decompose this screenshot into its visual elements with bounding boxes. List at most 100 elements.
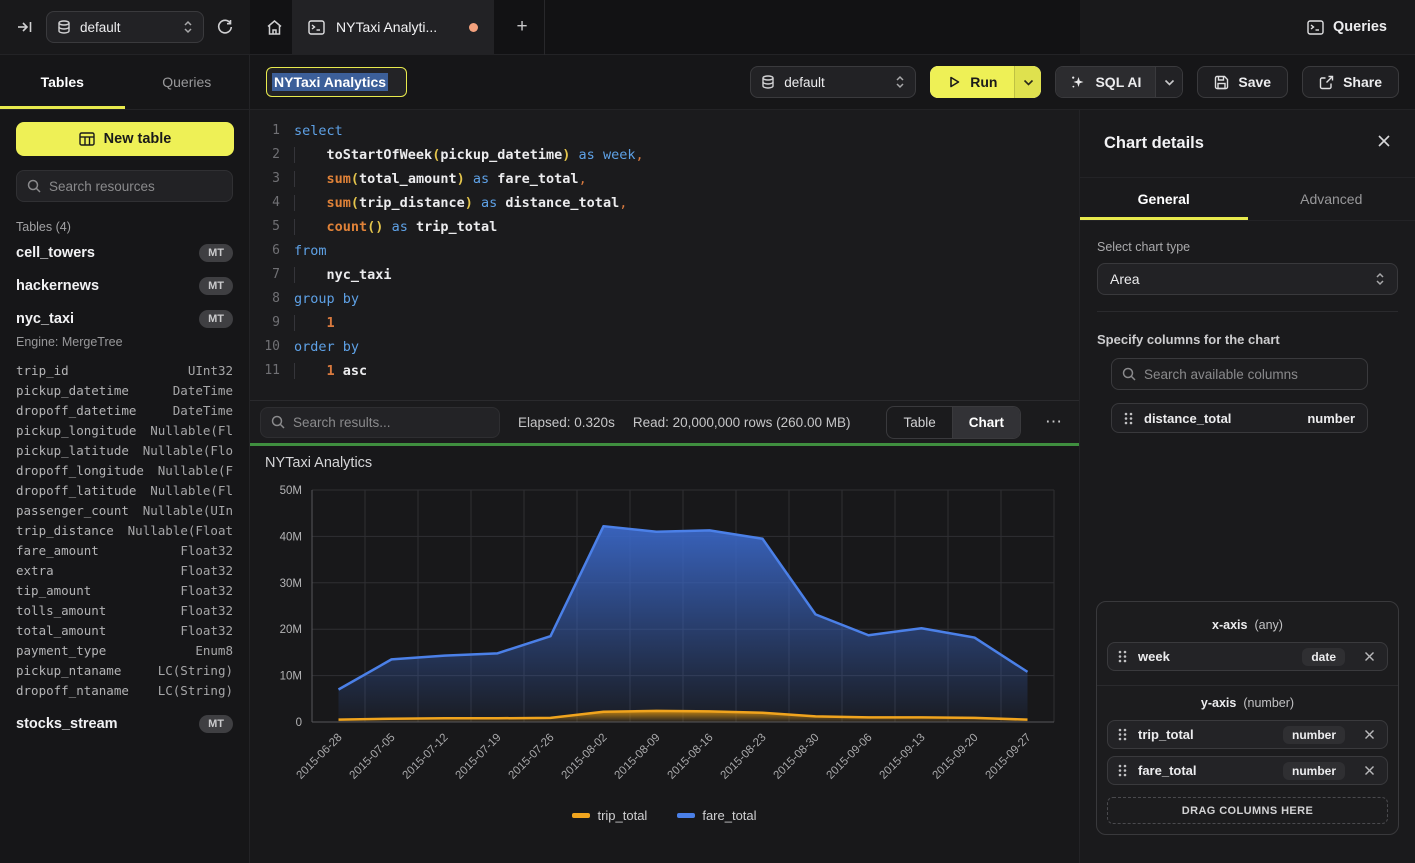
query-toolbar: NYTaxi Analytics default bbox=[250, 55, 1415, 109]
available-columns-list: distance_total number bbox=[1111, 403, 1368, 433]
line-code: sum(trip_distance) as distance_total, bbox=[294, 191, 627, 215]
remove-column-button[interactable] bbox=[1362, 651, 1377, 662]
sidebar-search-input[interactable] bbox=[49, 179, 222, 194]
column-row[interactable]: dropoff_datetime DateTime bbox=[16, 401, 233, 421]
tab-general[interactable]: General bbox=[1080, 178, 1248, 220]
available-column-item[interactable]: distance_total number bbox=[1111, 403, 1368, 433]
column-row[interactable]: pickup_ntaname LC(String) bbox=[16, 661, 233, 681]
column-row[interactable]: fare_amount Float32 bbox=[16, 541, 233, 561]
sidebar-tab-tables[interactable]: Tables bbox=[0, 55, 125, 109]
line-code: group by bbox=[294, 287, 359, 311]
query-title-input[interactable]: NYTaxi Analytics bbox=[266, 67, 407, 97]
remove-column-button[interactable] bbox=[1362, 729, 1377, 740]
new-tab-button[interactable]: + bbox=[508, 16, 536, 38]
details-header: Chart details bbox=[1080, 110, 1415, 178]
sql-editor-lines: 1select2 toStartOfWeek(pickup_datetime) … bbox=[250, 119, 1079, 383]
column-row[interactable]: trip_id UInt32 bbox=[16, 361, 233, 381]
toolbar-database-selector[interactable]: default bbox=[750, 66, 916, 98]
column-row[interactable]: trip_distance Nullable(Float bbox=[16, 521, 233, 541]
results-toolbar: Elapsed: 0.320s Read: 20,000,000 rows (2… bbox=[250, 400, 1079, 443]
share-button[interactable]: Share bbox=[1302, 66, 1399, 98]
sql-editor[interactable]: 1select2 toStartOfWeek(pickup_datetime) … bbox=[250, 110, 1079, 400]
close-panel-button[interactable] bbox=[1377, 134, 1391, 153]
table-name: nyc_taxi bbox=[16, 311, 74, 327]
sql-ai-caret[interactable] bbox=[1155, 67, 1182, 97]
line-number: 4 bbox=[250, 191, 280, 215]
query-tab[interactable]: NYTaxi Analyti... bbox=[292, 0, 494, 55]
x-axis-column-item[interactable]: week date bbox=[1107, 642, 1388, 671]
tab-advanced[interactable]: Advanced bbox=[1248, 178, 1415, 220]
column-row[interactable]: extra Float32 bbox=[16, 561, 233, 581]
axis-column-type-badge: number bbox=[1283, 762, 1345, 780]
line-code: sum(total_amount) as fare_total, bbox=[294, 167, 587, 191]
column-row[interactable]: pickup_longitude Nullable(Fl bbox=[16, 421, 233, 441]
drag-columns-drop-zone[interactable]: DRAG COLUMNS HERE bbox=[1107, 797, 1388, 824]
table-row-nyc-taxi[interactable]: nyc_taxi MT bbox=[0, 302, 249, 335]
queries-button[interactable]: Queries bbox=[1307, 19, 1387, 35]
svg-text:0: 0 bbox=[296, 717, 302, 729]
refresh-button[interactable] bbox=[214, 16, 236, 38]
table-row-hackernews[interactable]: hackernews MT bbox=[0, 269, 249, 302]
table-engine-label: Engine: MergeTree bbox=[0, 335, 249, 357]
y-axis-column-item[interactable]: fare_total number bbox=[1107, 756, 1388, 785]
svg-text:50M: 50M bbox=[280, 485, 302, 497]
run-button[interactable]: Run bbox=[930, 66, 1041, 98]
line-number: 10 bbox=[250, 335, 280, 359]
table-row-stocks-stream[interactable]: stocks_stream MT bbox=[0, 707, 249, 740]
legend-item[interactable]: fare_total bbox=[677, 808, 756, 823]
columns-search-input[interactable] bbox=[1144, 367, 1357, 382]
line-code: select bbox=[294, 119, 343, 143]
column-row[interactable]: dropoff_longitude Nullable(F bbox=[16, 461, 233, 481]
sparkles-icon bbox=[1070, 74, 1086, 90]
legend-item[interactable]: trip_total bbox=[572, 808, 647, 823]
console-icon bbox=[1307, 20, 1324, 35]
svg-text:2015-08-02: 2015-08-02 bbox=[560, 732, 610, 782]
remove-column-button[interactable] bbox=[1362, 765, 1377, 776]
editor-line: 8group by bbox=[250, 287, 1079, 311]
column-row[interactable]: pickup_datetime DateTime bbox=[16, 381, 233, 401]
line-number: 9 bbox=[250, 311, 280, 335]
new-table-button[interactable]: New table bbox=[16, 122, 234, 156]
table-row-cell-towers[interactable]: cell_towers MT bbox=[0, 236, 249, 269]
view-toggle-chart[interactable]: Chart bbox=[952, 407, 1020, 438]
columns-search[interactable] bbox=[1111, 358, 1368, 390]
column-row[interactable]: dropoff_ntaname LC(String) bbox=[16, 681, 233, 701]
more-options-button[interactable]: ⋯ bbox=[1039, 412, 1069, 432]
content-row: New table Tables (4) cell_towers MT hack… bbox=[0, 110, 1415, 863]
sql-ai-button[interactable]: SQL AI bbox=[1055, 66, 1183, 98]
column-row[interactable]: tip_amount Float32 bbox=[16, 581, 233, 601]
section-divider bbox=[1097, 311, 1398, 312]
view-toggle-table[interactable]: Table bbox=[887, 407, 951, 438]
save-button[interactable]: Save bbox=[1197, 66, 1288, 98]
collapse-sidebar-button[interactable] bbox=[14, 16, 36, 38]
results-search[interactable] bbox=[260, 407, 500, 438]
column-type: Enum8 bbox=[195, 641, 233, 661]
column-row[interactable]: passenger_count Nullable(UIn bbox=[16, 501, 233, 521]
sidebar-tab-queries[interactable]: Queries bbox=[125, 55, 250, 109]
results-search-input[interactable] bbox=[293, 415, 489, 430]
database-selector[interactable]: default bbox=[46, 11, 204, 43]
svg-text:2015-08-16: 2015-08-16 bbox=[666, 732, 716, 782]
column-item-type: number bbox=[1307, 411, 1355, 426]
line-code: 1 bbox=[294, 311, 335, 335]
engine-badge: MT bbox=[199, 277, 233, 295]
results-chart[interactable]: 010M20M30M40M50M2015-06-282015-07-052015… bbox=[250, 446, 1080, 863]
read-stat: Read: 20,000,000 rows (260.00 MB) bbox=[633, 415, 851, 430]
search-icon bbox=[27, 179, 41, 193]
column-row[interactable]: payment_type Enum8 bbox=[16, 641, 233, 661]
run-options-caret[interactable] bbox=[1014, 66, 1041, 98]
column-row[interactable]: total_amount Float32 bbox=[16, 621, 233, 641]
y-axis-column-item[interactable]: trip_total number bbox=[1107, 720, 1388, 749]
sidebar-search[interactable] bbox=[16, 170, 233, 202]
line-code: toStartOfWeek(pickup_datetime) as week, bbox=[294, 143, 644, 167]
column-row[interactable]: tolls_amount Float32 bbox=[16, 601, 233, 621]
column-row[interactable]: pickup_latitude Nullable(Flo bbox=[16, 441, 233, 461]
column-row[interactable]: dropoff_latitude Nullable(Fl bbox=[16, 481, 233, 501]
chart-type-select[interactable]: Area bbox=[1097, 263, 1398, 295]
x-axis-hint: (any) bbox=[1254, 618, 1282, 632]
column-type: Nullable(Fl bbox=[150, 481, 233, 501]
top-bar-left: default bbox=[0, 0, 250, 54]
home-button[interactable] bbox=[263, 16, 286, 39]
editor-line: 11 1 asc bbox=[250, 359, 1079, 383]
editor-line: 3 sum(total_amount) as fare_total, bbox=[250, 167, 1079, 191]
